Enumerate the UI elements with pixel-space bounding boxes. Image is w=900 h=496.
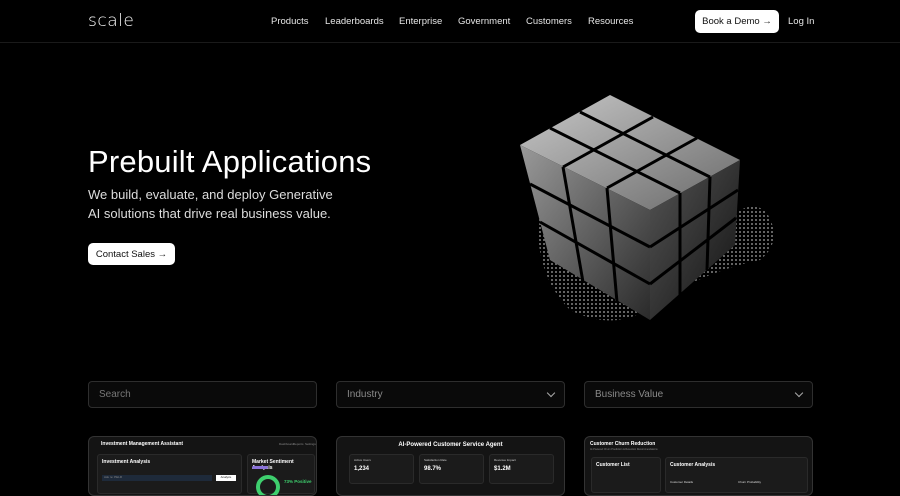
card-title: Investment Management Assistant xyxy=(101,441,184,447)
card-link-reports: Reports xyxy=(293,442,304,446)
business-value-dropdown[interactable]: Business Value xyxy=(584,381,813,408)
details-label: Customer Details xyxy=(670,480,694,484)
stat-value: 98.7% xyxy=(424,466,442,472)
badge xyxy=(252,466,268,469)
stat-revenue: Revenue Impact $1.2M xyxy=(489,454,554,484)
hero-subtitle-line2: AI solutions that drive real business va… xyxy=(88,206,331,221)
customer-list-panel: Customer List xyxy=(591,457,661,493)
nav-government[interactable]: Government xyxy=(458,16,510,27)
search-input[interactable] xyxy=(99,389,316,400)
stat-satisfaction: Satisfaction Rate 98.7% xyxy=(419,454,484,484)
app-card-churn[interactable]: Customer Churn Reduction AI-Powered Chur… xyxy=(584,436,813,496)
panel-title: Market Sentiment Analysis xyxy=(252,459,294,471)
app-card-customer-service[interactable]: AI-Powered Customer Service Agent Active… xyxy=(336,436,565,496)
card-title: AI-Powered Customer Service Agent xyxy=(398,442,503,448)
cube-illustration xyxy=(520,95,774,321)
analyze-button: Analyze xyxy=(216,475,236,481)
stat-label: Satisfaction Rate xyxy=(424,458,447,462)
panel-title: Investment Analysis xyxy=(102,459,151,465)
card-link-settings: Settings xyxy=(305,442,316,446)
nav-enterprise[interactable]: Enterprise xyxy=(399,16,442,27)
card-title: Customer Churn Reduction xyxy=(590,441,656,447)
stat-active-users: Active Users 1,234 xyxy=(349,454,414,484)
top-nav: scale Products Leaderboards Enterprise G… xyxy=(0,0,900,43)
page-title: Prebuilt Applications xyxy=(88,144,372,179)
panel-title: Customer Analysis xyxy=(670,462,716,468)
nav-products[interactable]: Products xyxy=(271,16,309,27)
sentiment-donut xyxy=(256,475,280,495)
contact-sales-button[interactable]: Contact Sales → xyxy=(88,243,175,265)
nav-leaderboards[interactable]: Leaderboards xyxy=(325,16,384,27)
business-value-label: Business Value xyxy=(595,389,664,400)
login-link[interactable]: Log In xyxy=(788,16,814,27)
card-link-dashboard: Dashboard xyxy=(279,442,294,446)
scale-logo[interactable]: scale xyxy=(88,11,134,31)
book-demo-button[interactable]: Book a Demo → xyxy=(695,10,779,33)
panel-title: Customer List xyxy=(596,462,630,468)
stat-label: Active Users xyxy=(354,458,371,462)
sentiment-panel: Market Sentiment Analysis 73% Positive xyxy=(247,454,315,495)
positive-percent: 73% Positive xyxy=(284,479,312,484)
stat-label: Revenue Impact xyxy=(494,458,516,462)
stat-value: 1,234 xyxy=(354,466,370,472)
nav-resources[interactable]: Resources xyxy=(588,16,633,27)
nav-customers[interactable]: Customers xyxy=(526,16,572,27)
investment-panel: Investment Analysis Ask re: PELR Analyze xyxy=(97,454,242,494)
industry-dropdown[interactable]: Industry xyxy=(336,381,565,408)
hero-subtitle-line1: We build, evaluate, and deploy Generativ… xyxy=(88,187,333,202)
industry-label: Industry xyxy=(347,389,383,400)
stat-value: $1.2M xyxy=(494,466,511,472)
search-field[interactable] xyxy=(88,381,317,408)
card-subtitle: AI-Powered Churn Prediction & Retention … xyxy=(590,448,658,451)
churn-probability-label: Churn Probability xyxy=(738,480,762,484)
chevron-down-icon xyxy=(794,388,804,398)
app-card-investment[interactable]: Investment Management Assistant Dashboar… xyxy=(88,436,317,496)
chevron-down-icon xyxy=(546,388,556,398)
ticker-input: Ask re: PELR xyxy=(102,475,212,481)
customer-analysis-panel: Customer Analysis Customer Details Churn… xyxy=(665,457,808,493)
